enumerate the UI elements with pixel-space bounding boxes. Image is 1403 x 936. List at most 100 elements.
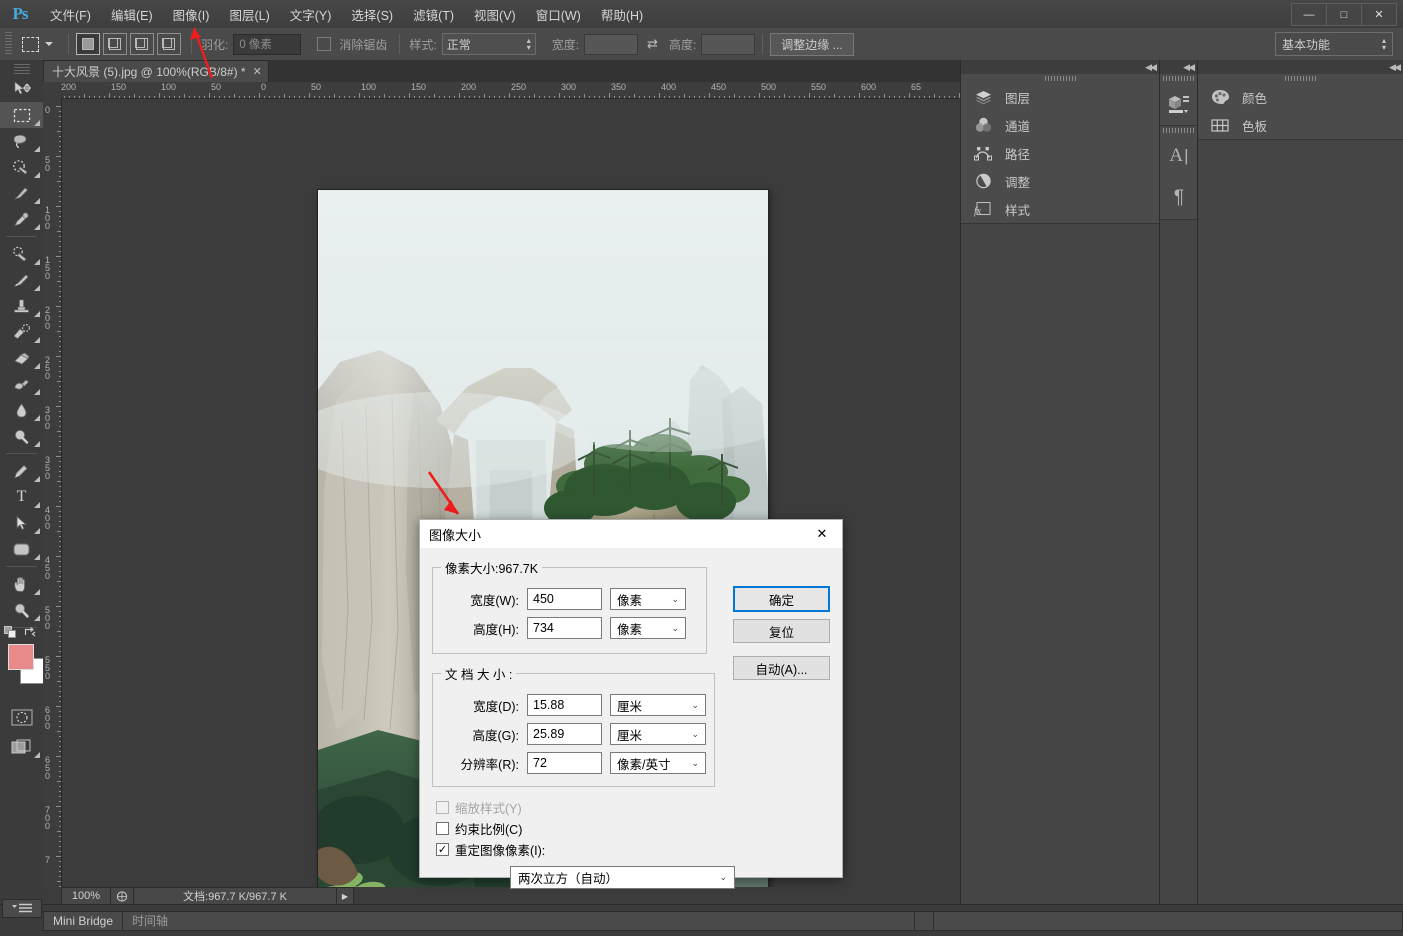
dodge-tool[interactable] [0, 423, 43, 449]
panel-item-color[interactable]: 颜色 [1198, 83, 1403, 111]
constrain-proportions-row[interactable]: 约束比例(C) [436, 818, 830, 839]
menu-help[interactable]: 帮助(H) [592, 1, 652, 28]
width-input[interactable] [584, 33, 639, 55]
menu-edit[interactable]: 编辑(E) [102, 1, 162, 28]
scale-styles-checkbox[interactable] [436, 801, 449, 814]
gradient-tool[interactable] [0, 371, 43, 397]
doc-width-unit-select[interactable]: 厘米 ⌄ [610, 694, 706, 716]
resample-method-select[interactable]: 两次立方（自动） ⌄ [510, 866, 735, 889]
eraser-tool[interactable] [0, 345, 43, 371]
panel-grip[interactable] [1160, 74, 1198, 83]
auto-button[interactable]: 自动(A)... [733, 656, 830, 680]
panel-item-layers[interactable]: 图层 [961, 83, 1160, 111]
lasso-tool[interactable] [0, 128, 43, 154]
collapse-panel-icon[interactable]: ◀◀ [1183, 62, 1195, 73]
collapse-panel-icon[interactable]: ◀◀ [1145, 62, 1157, 73]
character-panel-icon[interactable]: A | [1160, 135, 1198, 177]
swap-dimensions-icon[interactable]: ⇄ [647, 36, 658, 52]
menu-image[interactable]: 图像(I) [164, 1, 219, 28]
panel-grip[interactable] [1198, 74, 1403, 83]
menu-window[interactable]: 窗口(W) [527, 1, 590, 28]
left-panel-collapse-bar[interactable]: ◀◀ [961, 60, 1160, 74]
panel-item-adjustments[interactable]: 调整 [961, 167, 1160, 195]
rounded-rectangle-tool[interactable] [0, 536, 43, 562]
eyedropper-tool[interactable] [0, 206, 43, 232]
menu-file[interactable]: 文件(F) [41, 1, 100, 28]
rectangular-marquee-tool[interactable] [0, 102, 43, 128]
horizontal-type-tool[interactable]: T [0, 484, 43, 510]
menu-view[interactable]: 视图(V) [465, 1, 525, 28]
document-tab[interactable]: 十大风景 (5).jpg @ 100%(RGB/8#) * ✕ [43, 60, 269, 82]
panel-item-styles[interactable]: fx 样式 [961, 195, 1160, 223]
workspace-selector[interactable]: 基本功能 ▴ ▾ [1275, 32, 1393, 56]
resample-image-row[interactable]: ✓ 重定图像像素(I): [436, 839, 830, 860]
3d-panel-icon[interactable] [1160, 83, 1198, 125]
chevron-down-icon[interactable] [45, 42, 53, 46]
document-thumbnail-icon[interactable] [111, 887, 134, 905]
move-tool[interactable] [0, 76, 43, 102]
panel-menu-icon[interactable] [2, 899, 42, 918]
feather-input[interactable]: 0 像素 [233, 33, 302, 55]
quick-selection-tool[interactable] [0, 154, 43, 180]
mid-panel-collapse-bar[interactable]: ◀◀ [1160, 60, 1198, 74]
doc-width-input[interactable]: 15.88 [527, 694, 602, 716]
height-input[interactable] [701, 33, 756, 55]
pen-tool[interactable] [0, 458, 43, 484]
intersect-selection-button[interactable] [157, 33, 181, 55]
path-selection-tool[interactable] [0, 510, 43, 536]
reset-button[interactable]: 复位 [733, 619, 830, 643]
bottom-tab-mini-bridge[interactable]: Mini Bridge [43, 910, 124, 931]
resolution-unit-select[interactable]: 像素/英寸 ⌄ [610, 752, 706, 774]
resolution-input[interactable]: 72 [527, 752, 602, 774]
panel-item-paths[interactable]: 路径 [961, 139, 1160, 167]
rectangular-marquee-icon[interactable] [17, 32, 43, 56]
clone-stamp-tool[interactable] [0, 293, 43, 319]
maximize-button[interactable]: □ [1326, 3, 1362, 26]
crop-tool[interactable] [0, 180, 43, 206]
menu-layer[interactable]: 图层(L) [220, 1, 278, 28]
bottom-tab-timeline[interactable]: 时间轴 [122, 910, 179, 931]
panel-item-channels[interactable]: 通道 [961, 111, 1160, 139]
brush-tool[interactable] [0, 267, 43, 293]
panel-grip[interactable] [1160, 126, 1198, 135]
scale-styles-row[interactable]: 缩放样式(Y) [436, 797, 830, 818]
zoom-tool[interactable] [0, 597, 43, 623]
spot-healing-brush-tool[interactable] [0, 241, 43, 267]
doc-height-unit-select[interactable]: 厘米 ⌄ [610, 723, 706, 745]
pixel-height-input[interactable]: 734 [527, 617, 602, 639]
tools-panel-grip[interactable] [13, 64, 30, 74]
swap-colors-icon[interactable] [24, 626, 37, 641]
screen-mode-icon[interactable] [0, 734, 43, 760]
refine-edge-button[interactable]: 调整边缘 ... [770, 32, 854, 56]
vertical-ruler[interactable]: 0 50 100 150 200 250 300 350 400 450 500 550 600 650 7… [43, 98, 62, 936]
dialog-title-bar[interactable]: 图像大小 ✕ [420, 520, 842, 548]
status-menu-arrow-icon[interactable]: ▶ [337, 887, 354, 905]
style-select[interactable]: 正常 ▴ ▾ [441, 33, 536, 55]
pixel-width-unit-select[interactable]: 像素 ⌄ [610, 588, 686, 610]
doc-height-input[interactable]: 25.89 [527, 723, 602, 745]
constrain-proportions-checkbox[interactable] [436, 822, 449, 835]
horizontal-ruler[interactable]: 200 150 100 50 0 50 100 150 200 250 300 350 400 450 50… [61, 82, 960, 99]
close-icon[interactable]: ✕ [253, 65, 262, 78]
right-panel-collapse-bar[interactable]: ◀◀ [1198, 60, 1403, 74]
antialias-checkbox[interactable] [317, 37, 332, 51]
pixel-width-input[interactable]: 450 [527, 588, 602, 610]
subtract-from-selection-button[interactable] [130, 33, 154, 55]
default-colors-icon[interactable] [4, 626, 17, 642]
panel-item-swatches[interactable]: 色板 [1198, 111, 1403, 139]
collapse-panel-icon[interactable]: ◀◀ [1389, 62, 1401, 73]
add-to-selection-button[interactable] [103, 33, 127, 55]
menu-type[interactable]: 文字(Y) [281, 1, 341, 28]
panel-grip[interactable] [961, 74, 1160, 83]
paragraph-panel-icon[interactable]: ¶ [1160, 177, 1198, 219]
resample-image-checkbox[interactable]: ✓ [436, 843, 449, 856]
blur-tool[interactable] [0, 397, 43, 423]
close-icon[interactable]: ✕ [802, 520, 842, 548]
close-button[interactable]: ✕ [1361, 3, 1397, 26]
ok-button[interactable]: 确定 [733, 586, 830, 612]
quick-mask-mode-icon[interactable] [0, 704, 43, 730]
menu-filter[interactable]: 滤镜(T) [404, 1, 463, 28]
zoom-level-input[interactable]: 100% [61, 887, 111, 905]
pixel-height-unit-select[interactable]: 像素 ⌄ [610, 617, 686, 639]
history-brush-tool[interactable] [0, 319, 43, 345]
